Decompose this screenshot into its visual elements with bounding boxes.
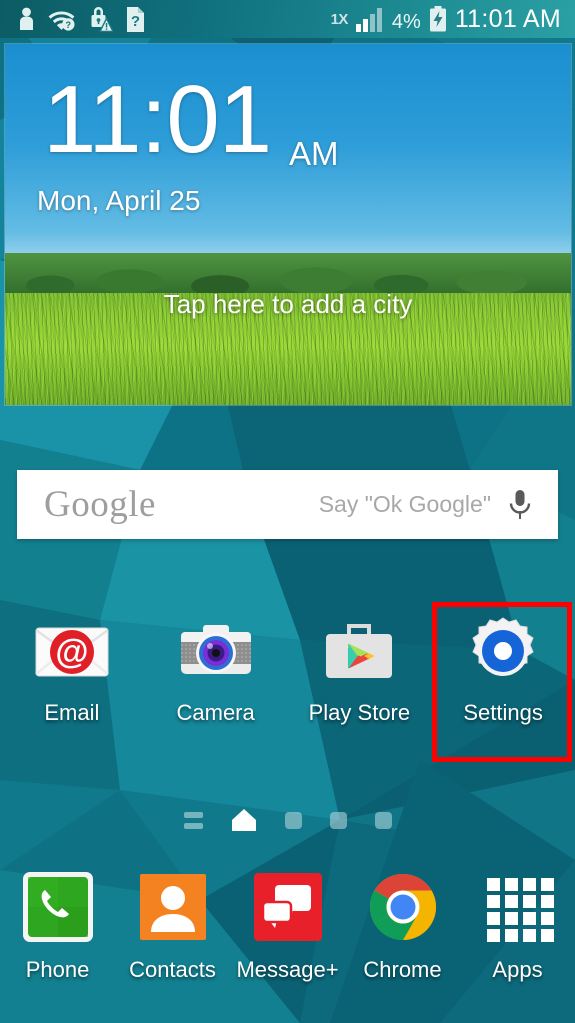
widget-clock-ampm: AM: [289, 135, 339, 172]
google-search-bar[interactable]: Google Say "Ok Google": [17, 470, 558, 539]
play-store-icon: [320, 612, 398, 690]
network-type-label: 1X: [330, 11, 349, 28]
app-icon-email[interactable]: @ Email: [0, 612, 144, 757]
page-indicator-dot[interactable]: [284, 811, 302, 829]
app-label-settings: Settings: [463, 700, 543, 725]
dock-item-phone[interactable]: Phone: [0, 868, 115, 1008]
document-question-icon: ?: [127, 6, 144, 32]
svg-text:?: ?: [131, 13, 140, 30]
svg-text:@: @: [55, 633, 88, 671]
contacts-icon: [134, 868, 212, 946]
person-icon: [20, 7, 33, 30]
dock-label-apps: Apps: [492, 957, 543, 982]
phone-icon: [19, 868, 97, 946]
signal-bars-icon: [355, 8, 382, 32]
chrome-icon: [364, 868, 442, 946]
dock-item-message-plus[interactable]: Message+: [230, 868, 345, 1008]
app-label-camera: Camera: [176, 700, 255, 725]
dock-item-chrome[interactable]: Chrome: [345, 868, 460, 1008]
dock-item-apps[interactable]: Apps: [460, 868, 575, 1008]
wifi-question-icon: ?: [48, 11, 75, 31]
lock-warning-icon: [91, 6, 113, 32]
settings-gear-icon: [464, 612, 542, 690]
battery-charging-icon: [429, 6, 446, 32]
weather-clock-widget[interactable]: 11:01 AM Mon, April 25 Tap here to add a…: [5, 44, 571, 405]
battery-percent-label: 4%: [391, 11, 421, 33]
app-icon-camera[interactable]: Camera: [144, 612, 288, 757]
app-icon-settings[interactable]: Settings: [431, 612, 575, 757]
page-indicator-briefing[interactable]: [183, 811, 203, 829]
microphone-icon[interactable]: [507, 488, 533, 522]
message-plus-icon: [249, 868, 327, 946]
dock-label-message-plus: Message+: [236, 957, 339, 982]
widget-date: Mon, April 25: [37, 185, 201, 216]
google-wordmark: Google: [44, 484, 156, 525]
dock-label-chrome: Chrome: [363, 957, 442, 982]
status-bar-clock: 11:01 AM: [454, 5, 561, 33]
app-grid: @ Email Camera Play Store Settings: [0, 612, 575, 757]
page-indicator: [0, 805, 575, 835]
status-bar[interactable]: ? ? 1X 4% 11:01 AM: [0, 0, 575, 38]
app-label-email: Email: [44, 700, 100, 725]
dock-label-phone: Phone: [25, 957, 90, 982]
widget-landscape-image: [5, 253, 571, 405]
add-city-prompt[interactable]: Tap here to add a city: [5, 289, 571, 320]
widget-clock-time: 11:01: [43, 66, 272, 173]
page-indicator-home-active[interactable]: [231, 808, 257, 832]
status-bar-right-status: 1X 4% 11:01 AM: [331, 6, 575, 32]
dock: Phone Contacts Message+ Chrome Apps: [0, 868, 575, 1008]
search-input[interactable]: Say "Ok Google": [319, 493, 491, 516]
app-label-play-store: Play Store: [308, 700, 411, 725]
camera-icon: [177, 612, 255, 690]
status-bar-left-icons: ? ?: [0, 6, 145, 32]
dock-label-contacts: Contacts: [129, 957, 216, 982]
dock-item-contacts[interactable]: Contacts: [115, 868, 230, 1008]
page-indicator-dot[interactable]: [374, 811, 392, 829]
app-icon-play-store[interactable]: Play Store: [288, 612, 432, 757]
svg-text:?: ?: [66, 20, 72, 30]
page-indicator-dot[interactable]: [329, 811, 347, 829]
apps-grid-icon: [479, 868, 557, 946]
email-icon: @: [33, 612, 111, 690]
